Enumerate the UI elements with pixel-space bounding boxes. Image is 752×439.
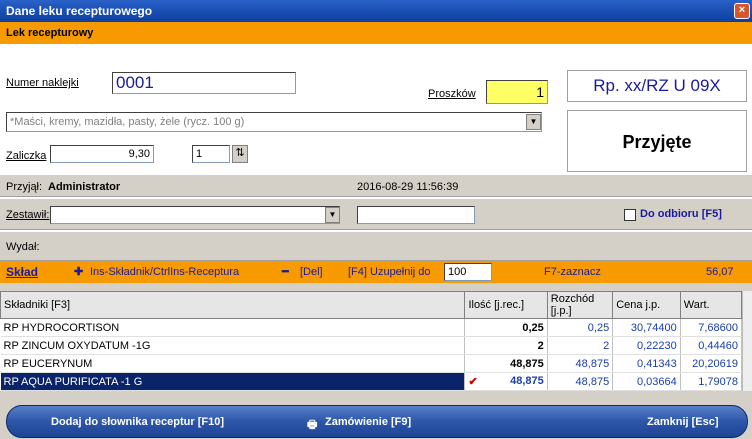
table-row[interactable]: RP EUCERYNUM 48,875 48,875 0,41343 20,20… xyxy=(0,354,743,373)
col-header[interactable]: Rozchód [j.p.] xyxy=(546,291,614,319)
delete-button[interactable]: [Del] xyxy=(300,261,323,283)
cell-qty: 48,875 xyxy=(464,354,548,373)
col-header[interactable]: Składniki [F3] xyxy=(0,291,466,319)
category-select[interactable]: *Maści, kremy, mazidła, pasty, żele (ryc… xyxy=(6,112,542,132)
col-header[interactable]: Ilość [j.rec.] xyxy=(464,291,548,319)
cell-cena: 0,41343 xyxy=(612,354,681,373)
cell-cena: 0,22230 xyxy=(612,336,681,355)
footer-bar: Dodaj do słownika receptur [F10] 🖶 Zamów… xyxy=(0,402,752,439)
zaliczka-label: Zaliczka xyxy=(6,150,47,162)
table-row-selected[interactable]: RP AQUA PURIFICATA -1 G ✔ 48,875 48,875 0… xyxy=(0,372,743,391)
table-header-row: Składniki [F3] Ilość [j.rec.] Rozchód [j… xyxy=(0,291,743,319)
select-label: F7-zaznacz xyxy=(544,266,601,278)
numer-label: Numer naklejki xyxy=(6,77,79,89)
add-ingredient-button[interactable]: Ins-Składnik/CtrlIns-Receptura xyxy=(90,261,239,283)
plus-icon[interactable]: ✚ xyxy=(74,261,83,283)
cell-wart: 0,44460 xyxy=(680,336,743,355)
minus-icon[interactable]: ━ xyxy=(282,261,289,283)
cell-name: RP EUCERYNUM xyxy=(0,354,466,373)
cell-wart: 7,68600 xyxy=(680,318,743,337)
chevron-down-icon[interactable]: ▼ xyxy=(325,207,340,223)
proszkow-label: Proszków xyxy=(428,88,476,100)
cell-qty: 2 xyxy=(464,336,548,355)
cell-cena: 0,03664 xyxy=(612,372,681,391)
numer-naklejki-input[interactable]: 0001 xyxy=(112,72,296,94)
table-row[interactable]: RP HYDROCORTISON 0,25 0,25 30,74400 7,68… xyxy=(0,318,743,337)
col-header[interactable]: Cena j.p. xyxy=(612,291,681,319)
checkmark-icon: ✔ xyxy=(468,376,478,388)
sklad-label: Skład xyxy=(6,265,39,279)
cell-name: RP HYDROCORTISON xyxy=(0,318,466,337)
zaliczka-input[interactable]: 9,30 xyxy=(50,145,154,163)
chevron-down-icon[interactable]: ▼ xyxy=(526,114,541,130)
cell-qty-value: 48,875 xyxy=(510,375,544,387)
cell-name: RP ZINCUM OXYDATUM -1G xyxy=(0,336,466,355)
ingredients-table: Składniki [F3] Ilość [j.rec.] Rozchód [j… xyxy=(0,291,743,391)
status-box: Przyjęte xyxy=(567,110,747,172)
total-value: 56,07 xyxy=(706,266,734,278)
rp-code-box: Rp. xx/RZ U 09X xyxy=(567,70,747,102)
close-button[interactable]: Zamknij [Esc] xyxy=(647,416,719,428)
cell-name: RP AQUA PURIFICATA -1 G xyxy=(0,372,466,391)
printer-icon: 🖶 xyxy=(307,419,318,431)
przyjal-label: Przyjął: xyxy=(6,181,43,193)
cell-rozchod: 48,875 xyxy=(547,372,614,391)
col-header[interactable]: Wart. xyxy=(679,291,743,319)
cell-rozchod: 2 xyxy=(547,336,614,355)
add-to-dictionary-button[interactable]: Dodaj do słownika receptur [F10] xyxy=(51,416,224,428)
proszkow-input[interactable]: 1 xyxy=(486,80,548,104)
count-input[interactable]: 1 xyxy=(192,145,230,163)
fill-label: [F4] Uzupełnij do xyxy=(348,266,431,278)
spacer xyxy=(0,283,752,291)
zestawil-label: Zestawił: xyxy=(6,209,50,221)
do-odbioru-label: Do odbioru [F5] xyxy=(640,208,722,220)
table-scrollbar[interactable] xyxy=(742,291,752,391)
wydal-label: Wydał: xyxy=(6,241,40,253)
cell-wart: 1,79078 xyxy=(680,372,743,391)
order-button[interactable]: Zamówienie [F9] xyxy=(325,416,411,428)
window-titlebar: Dane leku recepturowego × xyxy=(0,0,752,22)
section-title: Lek recepturowy xyxy=(6,27,94,39)
table-row[interactable]: RP ZINCUM OXYDATUM -1G 2 2 0,22230 0,444… xyxy=(0,336,743,355)
zestawil-extra-input[interactable] xyxy=(357,206,475,224)
wydal-row: Wydał: xyxy=(0,231,752,261)
close-icon[interactable]: × xyxy=(734,3,750,19)
zestawil-select[interactable] xyxy=(50,206,340,224)
cell-qty: ✔ 48,875 xyxy=(464,372,548,391)
przyjal-date: 2016-08-29 11:56:39 xyxy=(357,181,459,193)
zestawil-row: Zestawił: ▼ Do odbioru [F5] xyxy=(0,198,752,230)
przyjal-value: Administrator xyxy=(48,181,121,193)
cell-qty: 0,25 xyxy=(464,318,548,337)
section-header: Lek recepturowy xyxy=(0,22,752,44)
footer-button-bar: Dodaj do słownika receptur [F10] 🖶 Zamów… xyxy=(6,405,748,438)
cell-rozchod: 48,875 xyxy=(547,354,614,373)
cell-wart: 20,20619 xyxy=(680,354,743,373)
do-odbioru-checkbox[interactable] xyxy=(624,209,636,221)
spin-icon[interactable]: ⇅ xyxy=(232,145,248,163)
przyjal-row: Przyjął: Administrator 2016-08-29 11:56:… xyxy=(0,174,752,197)
cell-cena: 30,74400 xyxy=(612,318,681,337)
fill-input[interactable]: 100 xyxy=(444,263,492,281)
sklad-toolbar: Skład ✚ Ins-Składnik/CtrlIns-Receptura ━… xyxy=(0,261,752,283)
cell-rozchod: 0,25 xyxy=(547,318,614,337)
window-title: Dane leku recepturowego xyxy=(6,4,153,18)
